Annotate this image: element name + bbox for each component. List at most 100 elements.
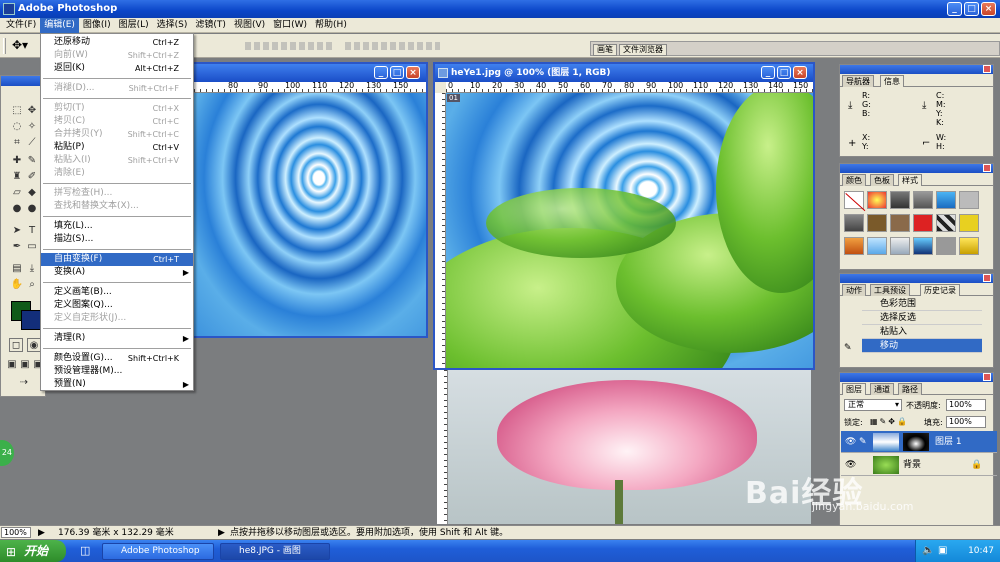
style-swatch[interactable] <box>959 237 979 255</box>
style-swatch[interactable] <box>867 214 887 232</box>
taskbar-paint[interactable]: he8.JPG - 画图 <box>220 543 330 560</box>
style-swatch[interactable] <box>913 191 933 209</box>
magic-wand-icon[interactable]: ✧ <box>25 120 39 134</box>
palette-close-icon[interactable] <box>983 65 991 73</box>
history-row-paste-into[interactable]: 粘贴入 <box>862 325 982 339</box>
well-tab-file-browser[interactable]: 文件浏览器 <box>619 44 667 56</box>
toolbox-header[interactable] <box>1 76 45 86</box>
jump-to-imageready-icon[interactable]: ⇢ <box>17 376 31 390</box>
menu-item-copy-merged[interactable]: 合并拷贝(Y) Shift+Ctrl+C <box>41 128 193 141</box>
pen-tool-icon[interactable]: ✒ <box>10 240 24 254</box>
style-swatch[interactable] <box>913 237 933 255</box>
menu-edit[interactable]: 编辑(E) <box>40 17 79 33</box>
history-brush-icon[interactable]: ✐ <box>25 170 39 184</box>
menu-item-define-pattern[interactable]: 定义图案(Q)... <box>41 299 193 312</box>
eyedropper-icon[interactable]: ⤓ <box>25 262 39 276</box>
palette-close-icon[interactable] <box>983 164 991 172</box>
menu-item-find-replace[interactable]: 查找和替换文本(X)... <box>41 200 193 213</box>
history-brush-marker-icon[interactable]: ✎ <box>844 343 852 353</box>
blend-mode-select[interactable]: 正常 ▾ <box>844 399 902 411</box>
menu-item-clear[interactable]: 清除(E) <box>41 167 193 180</box>
menu-item-free-transform[interactable]: 自由变换(F) Ctrl+T <box>41 253 193 266</box>
history-row-inverse[interactable]: 选择反选 <box>862 311 982 325</box>
well-tab-brushes[interactable]: 画笔 <box>593 44 617 56</box>
notes-tool-icon[interactable]: ▤ <box>10 262 24 276</box>
menu-item-stroke[interactable]: 描边(S)... <box>41 233 193 246</box>
menu-item-undo-move[interactable]: 还原移动 Ctrl+Z <box>41 36 193 49</box>
shape-tool-icon[interactable]: ▭ <box>25 240 39 254</box>
menu-item-purge[interactable]: 清理(R) ▶ <box>41 332 193 345</box>
dodge-tool-icon[interactable]: ● <box>25 202 39 216</box>
style-swatch[interactable] <box>936 237 956 255</box>
info-palette-header[interactable] <box>840 65 993 74</box>
style-swatch[interactable] <box>890 237 910 255</box>
style-swatch[interactable] <box>890 191 910 209</box>
right-doc-minimize-button[interactable]: _ <box>761 66 775 79</box>
menu-item-preferences[interactable]: 预置(N) ▶ <box>41 378 193 391</box>
move-tool-icon[interactable]: ✥ <box>25 104 39 118</box>
left-doc-title-bar[interactable]: _ □ × <box>188 64 426 82</box>
blur-tool-icon[interactable]: ● <box>10 202 24 216</box>
move-tool-icon[interactable]: ✥▾ <box>12 38 28 52</box>
status-arrow-icon[interactable]: ▶ <box>218 526 225 540</box>
menu-item-copy[interactable]: 拷贝(C) Ctrl+C <box>41 115 193 128</box>
history-palette-header[interactable] <box>840 274 993 283</box>
styles-palette-header[interactable] <box>840 164 993 173</box>
layer-row-background[interactable]: 👁 背景 🔒 <box>841 454 997 476</box>
menu-item-paste[interactable]: 粘贴(P) Ctrl+V <box>41 141 193 154</box>
palette-close-icon[interactable] <box>983 274 991 282</box>
bucket-tool-icon[interactable]: ◆ <box>25 186 39 200</box>
healing-brush-icon[interactable]: ✚ <box>10 154 24 168</box>
stamp-tool-icon[interactable]: ♜ <box>10 170 24 184</box>
marquee-tool-icon[interactable]: ⬚ <box>10 104 24 118</box>
menu-item-preset-manager[interactable]: 预设管理器(M)... <box>41 365 193 378</box>
style-swatch[interactable] <box>867 237 887 255</box>
style-swatch[interactable] <box>936 191 956 209</box>
menu-item-check-spelling[interactable]: 拼写检查(H)... <box>41 187 193 200</box>
quickmask-mode-icon[interactable]: ◉ <box>27 338 41 352</box>
zoom-tool-icon[interactable]: ⌕ <box>25 278 39 292</box>
eraser-tool-icon[interactable]: ▱ <box>10 186 24 200</box>
history-row-move[interactable]: 移动 <box>862 339 982 353</box>
right-doc-maximize-button[interactable]: □ <box>777 66 791 79</box>
menu-help[interactable]: 帮助(H) <box>311 18 351 33</box>
screen-mode-1-icon[interactable]: ▣ <box>5 358 19 372</box>
menu-item-fade[interactable]: 消褪(D)... Shift+Ctrl+F <box>41 82 193 95</box>
standard-mode-icon[interactable]: ◻ <box>9 338 23 352</box>
screen-mode-2-icon[interactable]: ▣ <box>18 358 32 372</box>
close-button[interactable]: × <box>981 2 996 16</box>
left-doc-minimize-button[interactable]: _ <box>374 66 388 79</box>
network-icon[interactable]: ▣ <box>938 540 947 562</box>
lasso-tool-icon[interactable]: ◌ <box>10 120 24 134</box>
menu-item-color-settings[interactable]: 颜色设置(G)... Shift+Ctrl+K <box>41 352 193 365</box>
style-swatch[interactable] <box>959 191 979 209</box>
tab-tool-presets[interactable]: 工具预设 <box>870 284 910 296</box>
options-grip[interactable] <box>3 38 6 54</box>
style-swatch[interactable] <box>890 214 910 232</box>
fill-field[interactable]: 100% <box>946 416 986 428</box>
opacity-field[interactable]: 100% <box>946 399 986 411</box>
menu-item-paste-into[interactable]: 粘贴入(I) Shift+Ctrl+V <box>41 154 193 167</box>
tab-channels[interactable]: 通道 <box>870 383 894 395</box>
menu-view[interactable]: 视图(V) <box>230 18 269 33</box>
brush-tool-icon[interactable]: ✎ <box>25 154 39 168</box>
eye-icon[interactable]: 👁 <box>845 431 856 453</box>
tab-swatches[interactable]: 色板 <box>870 174 894 186</box>
layer-row-layer1[interactable]: 👁 ✎ 图层 1 <box>841 431 997 453</box>
menu-window[interactable]: 窗口(W) <box>269 18 311 33</box>
menu-file[interactable]: 文件(F) <box>2 18 40 33</box>
minimize-button[interactable]: _ <box>947 2 962 16</box>
zoom-field[interactable]: 100% <box>1 527 31 538</box>
left-doc-maximize-button[interactable]: □ <box>390 66 404 79</box>
style-swatch-none[interactable] <box>844 191 866 212</box>
menu-filter[interactable]: 滤镜(T) <box>191 18 230 33</box>
tab-layers[interactable]: 图层 <box>842 383 866 395</box>
right-arrow-icon[interactable]: ▶ <box>38 526 45 540</box>
taskbar-photoshop[interactable]: Adobe Photoshop <box>102 543 214 560</box>
style-swatch[interactable] <box>959 214 979 232</box>
tab-styles[interactable]: 样式 <box>898 174 922 186</box>
menu-image[interactable]: 图像(I) <box>79 18 115 33</box>
menu-item-step-forward[interactable]: 向前(W) Shift+Ctrl+Z <box>41 49 193 62</box>
hand-tool-icon[interactable]: ✋ <box>10 278 24 292</box>
type-tool-icon[interactable]: T <box>25 224 39 238</box>
